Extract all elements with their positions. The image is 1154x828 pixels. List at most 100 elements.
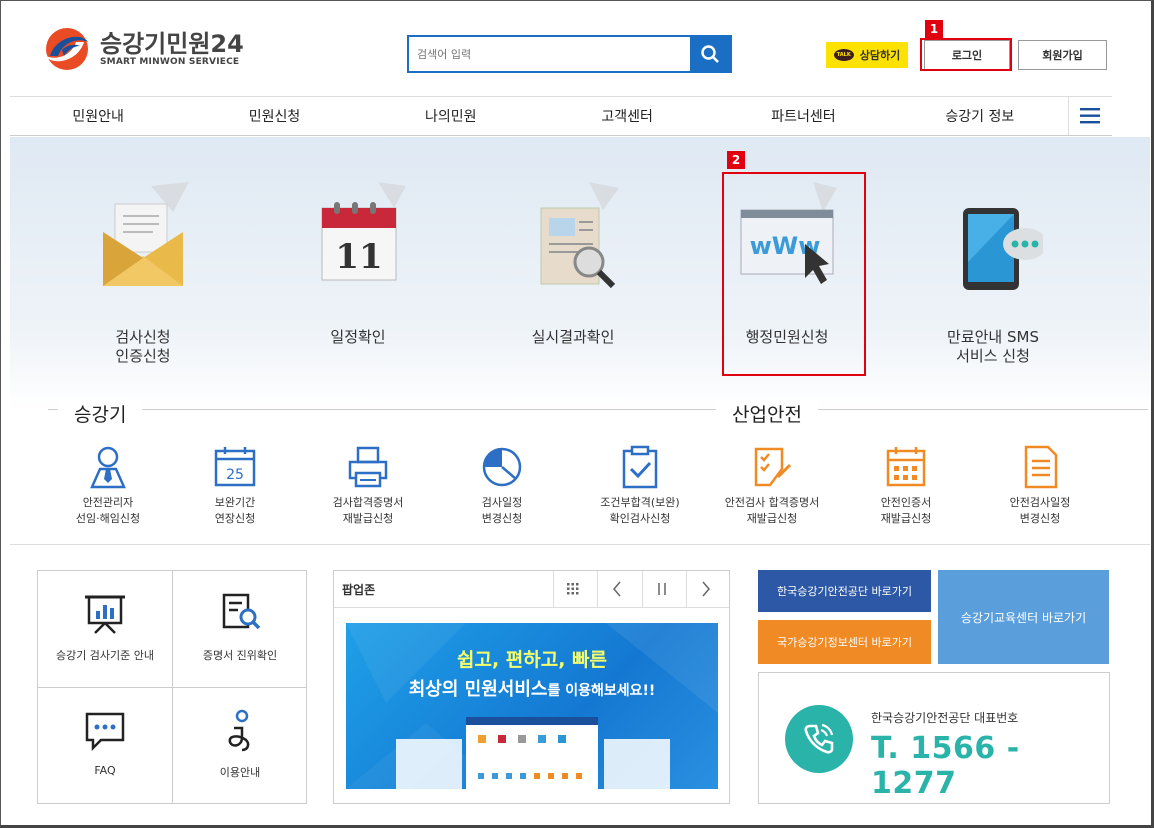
logo-subtitle: SMART MINWON SERVIECE	[100, 57, 240, 67]
link-national-elevator-info[interactable]: 국가승강기정보센터 바로가기	[758, 620, 931, 664]
info-person-icon	[218, 708, 262, 752]
nav-item-my-civil[interactable]: 나의민원	[363, 97, 539, 135]
service-item-safety-cert-reissue[interactable]: 안전인증서 재발급신청	[846, 445, 966, 527]
popup-banner[interactable]: 쉽고, 편하고, 빠른 최상의 민원서비스를 이용해보세요!!	[346, 623, 718, 789]
service-label: 안전관리자 선임·해임신청	[75, 496, 141, 525]
quick-label: 이용안내	[219, 766, 261, 779]
chevron-left-icon	[612, 581, 621, 597]
quick-menu-grid: 승강기 검사기준 안내 증명서 진위확인 FAQ 이용안내	[37, 570, 307, 804]
popup-zone-title: 팝업존	[342, 583, 376, 597]
checkbox-clipboard-icon	[618, 445, 662, 489]
popup-grid-button[interactable]	[553, 571, 591, 607]
kakao-chat-button[interactable]: TALK 상담하기	[826, 42, 908, 68]
service-item-conditional-pass[interactable]: 조건부합격(보완) 확인검사신청	[580, 445, 700, 527]
quick-label: FAQ	[94, 764, 116, 777]
nav-item-civil-apply[interactable]: 민원신청	[186, 97, 362, 135]
grid-icon	[566, 583, 578, 595]
phone-icon	[785, 705, 853, 773]
service-label: 안전검사일정 변경신청	[1009, 496, 1071, 525]
service-item-safety-certificate[interactable]: 안전검사 합격증명서 재발급신청	[712, 445, 832, 527]
service-item-safety-schedule-change[interactable]: 안전검사일정 변경신청	[980, 445, 1100, 527]
pause-icon	[657, 583, 666, 595]
main-nav: 민원안내 민원신청 나의민원 고객센터 파트너센터 승강기 정보	[10, 96, 1112, 136]
hero-label: 실시결과확인	[531, 328, 615, 346]
service-item-extension[interactable]: 25 보완기간 연장신청	[175, 445, 295, 527]
service-label: 검사합격증명서 재발급신청	[332, 496, 404, 525]
hero-item-schedule[interactable]: 11 일정확인	[283, 182, 433, 372]
chat-bubble-icon	[83, 708, 127, 752]
nav-item-elevator-info[interactable]: 승강기 정보	[892, 97, 1068, 135]
search-input[interactable]	[409, 37, 690, 71]
calendar-icon: 25	[213, 445, 257, 489]
pie-chart-icon	[480, 445, 524, 489]
service-label: 보완기간 연장신청	[214, 496, 256, 525]
step-badge-1: 1	[925, 20, 943, 38]
popup-next-button[interactable]	[686, 571, 724, 607]
search-box	[407, 35, 732, 73]
check-document-icon	[750, 445, 794, 489]
quick-label: 증명서 진위확인	[202, 649, 278, 662]
hamburger-menu-button[interactable]	[1067, 97, 1112, 135]
signup-button[interactable]: 회원가입	[1018, 40, 1107, 70]
popup-zone: 팝업존 쉽고, 편하고, 빠른 최상의 민원서비스를 이용해보세요!!	[333, 570, 730, 804]
call-label: 한국승강기안전공단 대표번호	[871, 711, 1019, 725]
search-button[interactable]	[690, 37, 730, 71]
search-icon	[701, 45, 719, 63]
call-center-box: 한국승강기안전공단 대표번호 T. 1566 - 1277	[758, 672, 1110, 804]
talk-label: 상담하기	[859, 49, 901, 62]
site-logo[interactable]: 승강기민원24 SMART MINWON SERVIECE	[42, 26, 244, 72]
hero-item-result[interactable]: 실시결과확인	[498, 182, 648, 372]
service-item-schedule-change[interactable]: 검사일정 변경신청	[442, 445, 562, 527]
step-badge-2: 2	[727, 151, 745, 169]
hero-item-inspection[interactable]: 검사신청 인증신청	[68, 182, 218, 372]
calendar-icon: 11	[308, 182, 408, 292]
hero-item-sms[interactable]: 만료안내 SMS 서비스 신청	[918, 182, 1068, 372]
hamburger-icon	[1080, 108, 1101, 124]
hero-label: 만료안내 SMS 서비스 신청	[947, 328, 1039, 365]
highlight-box-login	[920, 38, 1012, 71]
service-item-safety-manager[interactable]: 안전관리자 선임·해임신청	[48, 445, 168, 527]
logo-title: 승강기민원24	[100, 30, 244, 58]
banner-headline: 쉽고, 편하고, 빠른	[456, 649, 608, 671]
tablet-sms-icon	[943, 182, 1047, 292]
hero-label: 검사신청 인증신청	[115, 328, 171, 365]
call-number: T. 1566 - 1277	[871, 731, 1020, 801]
kakao-talk-icon: TALK	[833, 49, 854, 61]
section-divider	[48, 409, 1148, 410]
service-label: 검사일정 변경신청	[481, 496, 523, 525]
divider	[10, 544, 1150, 545]
logo-s-icon	[42, 26, 92, 72]
service-item-certificate-reissue[interactable]: 검사합격증명서 재발급신청	[308, 445, 428, 527]
banner-subline: 최상의 민원서비스를 이용해보세요!!	[346, 675, 718, 701]
hero-label: 일정확인	[330, 328, 386, 346]
document-magnifier-icon	[523, 182, 623, 292]
highlight-box-admin-civil	[722, 172, 866, 376]
banner-subline-tail: 를 이용해보세요!!	[547, 683, 656, 699]
chevron-right-icon	[701, 581, 710, 597]
link-education-center[interactable]: 승강기교육센터 바로가기	[938, 570, 1109, 664]
service-label: 조건부합격(보완) 확인검사신청	[600, 496, 680, 525]
banner-subline-emphasis: 최상의 민원서비스	[408, 679, 548, 700]
popup-prev-button[interactable]	[597, 571, 635, 607]
calendar-day-text: 11	[335, 237, 382, 277]
calendar-number: 25	[226, 467, 244, 483]
nav-item-customer-center[interactable]: 고객센터	[539, 97, 715, 135]
quick-item-guide[interactable]: 이용안내	[173, 688, 307, 804]
document-icon	[1018, 445, 1062, 489]
popup-pause-button[interactable]	[642, 571, 680, 607]
quick-item-faq[interactable]: FAQ	[38, 688, 172, 804]
printer-icon	[346, 445, 390, 489]
person-icon	[86, 445, 130, 489]
envelope-icon	[93, 182, 193, 292]
service-label: 안전검사 합격증명서 재발급신청	[724, 496, 820, 525]
calendar-grid-icon	[884, 445, 928, 489]
quick-item-certificate-verify[interactable]: 증명서 진위확인	[173, 571, 307, 687]
presentation-chart-icon	[83, 591, 127, 635]
nav-item-partner-center[interactable]: 파트너센터	[715, 97, 891, 135]
link-kesi[interactable]: 한국승강기안전공단 바로가기	[758, 570, 931, 612]
service-label: 안전인증서 재발급신청	[880, 496, 932, 525]
section-title-elevator: 승강기	[58, 400, 143, 427]
nav-item-civil-info[interactable]: 민원안내	[10, 97, 186, 135]
quick-label: 승강기 검사기준 안내	[55, 649, 155, 662]
quick-item-inspection-standard[interactable]: 승강기 검사기준 안내	[38, 571, 172, 687]
